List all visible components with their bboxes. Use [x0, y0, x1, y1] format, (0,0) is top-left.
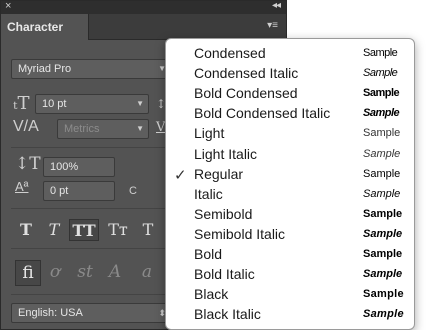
font-size-field[interactable]: 10 pt ▼ [35, 94, 149, 114]
menu-item-sample: Sample [363, 87, 400, 100]
tab-character[interactable]: Character [1, 14, 89, 40]
baseline-shift-value: 0 pt [50, 185, 69, 197]
menu-item-sample: Sample [363, 268, 403, 281]
baseline-shift-icon: Aª [15, 179, 29, 194]
menu-item-black[interactable]: Black Sample [166, 285, 414, 305]
menu-item-label: Italic [194, 185, 223, 202]
vertical-scale-field[interactable]: 100% [43, 157, 115, 177]
panel-titlebar: × ◂◂ [1, 0, 286, 14]
menu-item-label: Bold Condensed [194, 85, 298, 102]
menu-item-label: Bold Italic [194, 266, 255, 283]
menu-item-sample: Sample [363, 227, 403, 240]
language-value: English: USA [18, 307, 83, 319]
checkmark-icon: ✓ [174, 166, 187, 184]
menu-item-label: Semibold Italic [194, 225, 286, 242]
panel-menu-icon[interactable]: ▾≡ [267, 20, 278, 31]
menu-item-bold-italic[interactable]: Bold Italic Sample [166, 265, 414, 285]
color-label: C [129, 185, 137, 197]
chevron-down-icon: ▼ [136, 99, 144, 108]
menu-item-condensed-italic[interactable]: Condensed Italic Sample [166, 64, 414, 84]
menu-item-sample: Sample [363, 167, 401, 180]
menu-item-light-italic[interactable]: Light Italic Sample [166, 145, 414, 165]
font-style-menu: Condensed Sample Condensed Italic Sample Bol… [165, 38, 415, 330]
faux-bold-button[interactable]: T [15, 219, 37, 241]
tracking-icon: V [156, 120, 166, 135]
menu-item-sample: Sample [363, 107, 400, 120]
menu-item-label: Condensed [194, 45, 266, 61]
standard-ligatures-button[interactable]: fi [15, 260, 41, 286]
menu-item-label: Bold Condensed Italic [194, 105, 331, 122]
old-style-button[interactable]: ơ [43, 260, 67, 284]
menu-item-condensed[interactable]: Condensed Sample [166, 44, 414, 64]
chevron-down-icon: ▼ [136, 124, 144, 133]
menu-item-sample: Sample [363, 67, 398, 80]
menu-item-label: Black [194, 286, 229, 303]
menu-item-black-italic[interactable]: Black Italic Sample [166, 305, 414, 325]
swash-button[interactable]: A [103, 260, 127, 284]
font-size-value: 10 pt [42, 98, 67, 110]
menu-item-label: Bold [194, 246, 223, 262]
close-icon[interactable]: × [5, 0, 11, 12]
font-size-icon: ₜT [13, 93, 30, 114]
menu-item-sample: Sample [363, 127, 401, 140]
menu-item-regular[interactable]: ✓ Regular Sample [166, 165, 414, 185]
menu-item-label: Light Italic [194, 145, 258, 162]
menu-item-label: Light [194, 125, 225, 142]
kerning-icon: V/A [13, 118, 39, 135]
baseline-shift-field[interactable]: 0 pt [43, 181, 115, 201]
font-family-value: Myriad Pro [18, 63, 72, 75]
menu-item-sample: Sample [363, 47, 398, 59]
menu-item-sample: Sample [363, 288, 404, 301]
menu-item-label: Regular [194, 165, 244, 182]
menu-item-bold-condensed-italic[interactable]: Bold Condensed Italic Sample [166, 104, 414, 124]
language-dropdown[interactable]: English: USA ⬍ [11, 303, 171, 323]
all-caps-button[interactable]: TT [69, 219, 99, 241]
kerning-value: Metrics [64, 123, 100, 135]
menu-item-label: Condensed Italic [194, 65, 299, 82]
superscript-button[interactable]: T [137, 219, 159, 241]
vertical-scale-icon: ↕T [15, 154, 41, 174]
menu-item-sample: Sample [363, 187, 401, 200]
tab-bar: Character ▾≡ [1, 14, 286, 40]
menu-item-bold[interactable]: Bold Sample [166, 245, 414, 265]
stylistic-alternates-button[interactable]: a [135, 260, 159, 284]
collapse-icon[interactable]: ◂◂ [272, 0, 281, 11]
kerning-field[interactable]: Metrics ▼ [57, 119, 149, 139]
menu-item-bold-condensed[interactable]: Bold Condensed Sample [166, 84, 414, 104]
menu-item-light[interactable]: Light Sample [166, 124, 414, 144]
menu-item-sample: Sample [363, 308, 404, 321]
menu-item-sample: Sample [363, 248, 403, 260]
menu-item-semibold-italic[interactable]: Semibold Italic Sample [166, 225, 414, 245]
menu-item-sample: Sample [363, 147, 401, 160]
faux-italic-button[interactable]: T [43, 219, 65, 241]
discretionary-ligatures-button[interactable]: st [73, 260, 97, 284]
menu-item-label: Semibold [194, 205, 253, 222]
menu-item-sample: Sample [363, 207, 403, 220]
menu-item-italic[interactable]: Italic Sample [166, 185, 414, 205]
menu-item-label: Black Italic [194, 306, 261, 323]
menu-item-semibold[interactable]: Semibold Sample [166, 205, 414, 225]
vertical-scale-value: 100% [50, 161, 79, 173]
small-caps-button[interactable]: Tт [103, 219, 133, 241]
font-family-dropdown[interactable]: Myriad Pro ▼ [11, 59, 171, 79]
